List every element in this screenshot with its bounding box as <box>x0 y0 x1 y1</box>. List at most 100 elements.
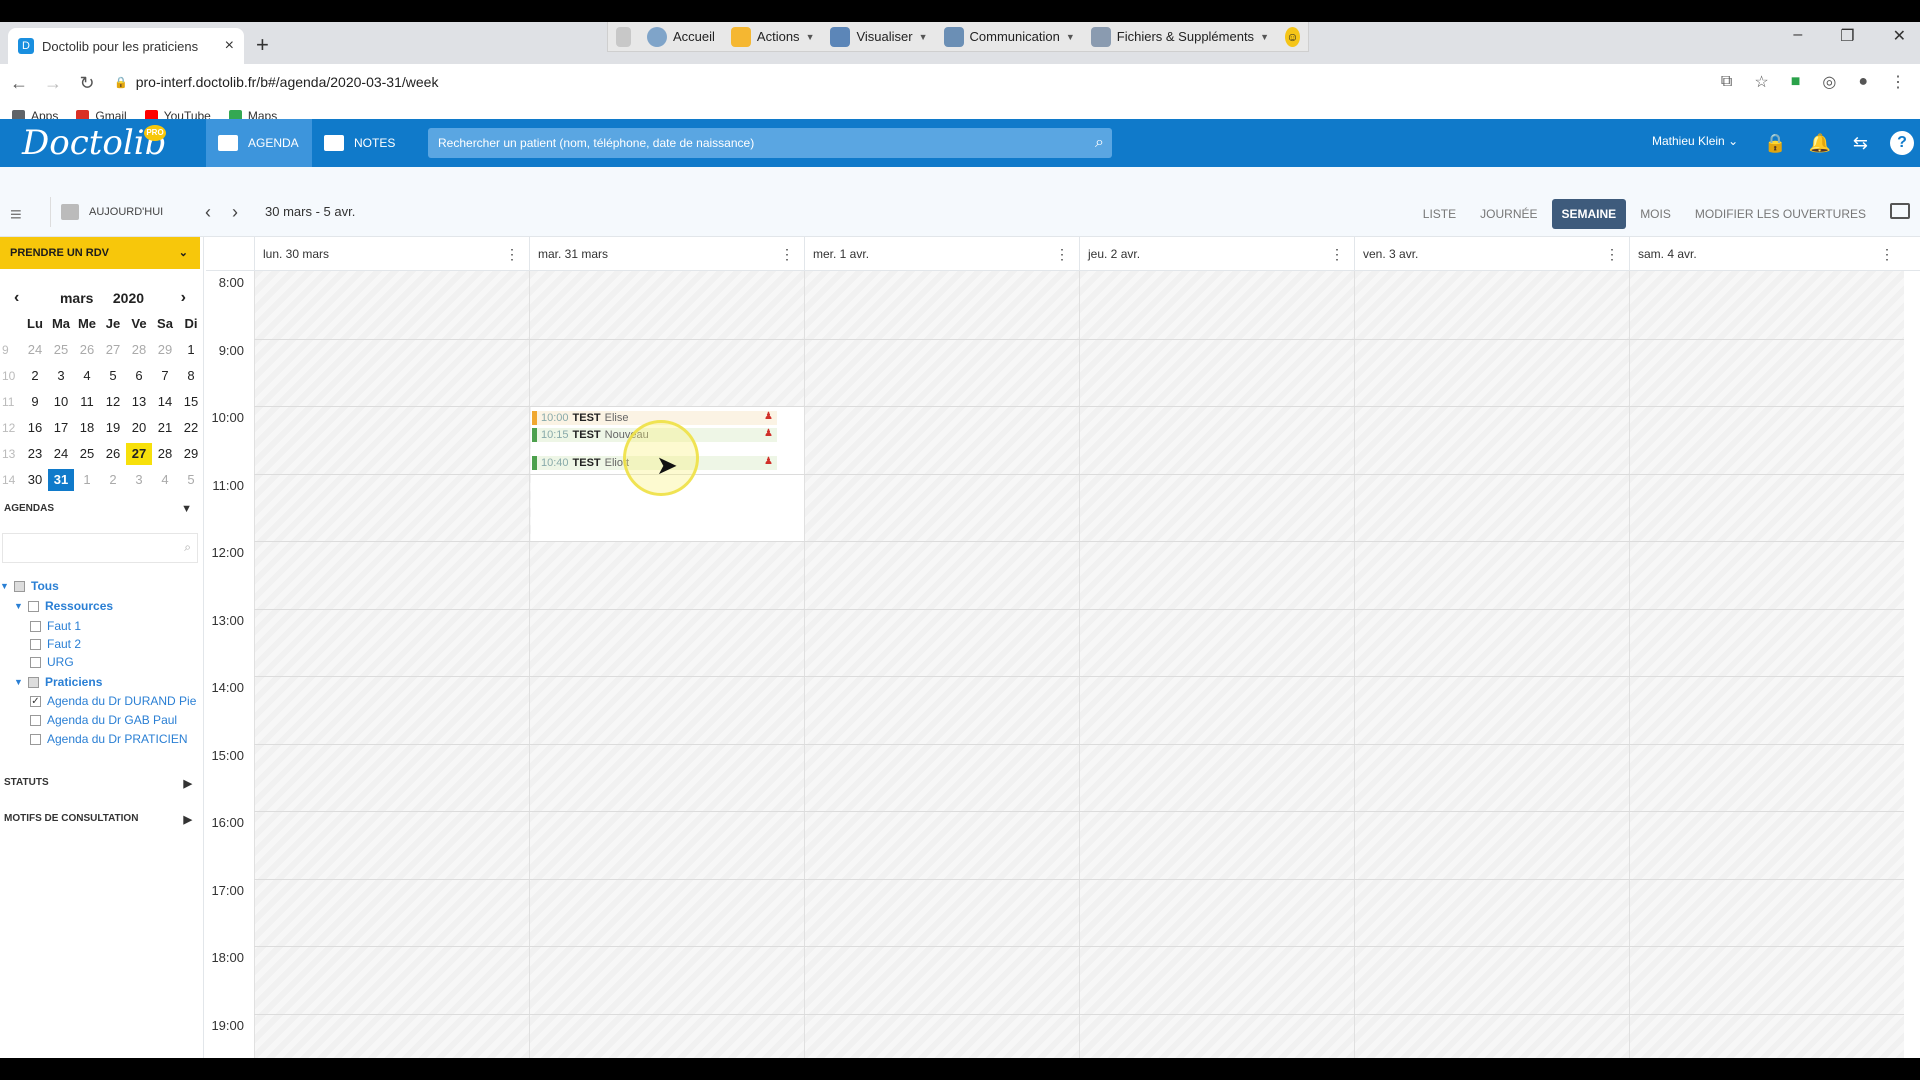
extension-icon[interactable]: ■ <box>1791 73 1801 91</box>
mini-calendar-day[interactable]: 25 <box>48 339 74 361</box>
mini-calendar-day[interactable]: 15 <box>178 391 204 413</box>
agendas-section[interactable]: AGENDAS ▼ <box>4 503 200 515</box>
tree-resource-item[interactable]: Faut 1 <box>30 619 81 633</box>
day-header[interactable]: jeu. 2 avr. ⋮ <box>1079 237 1354 271</box>
mini-calendar-day[interactable]: 29 <box>178 443 204 465</box>
mini-calendar-day[interactable]: 12 <box>100 391 126 413</box>
ext-visualiser[interactable]: Visualiser ▼ <box>830 26 928 47</box>
tree-resource-item[interactable]: URG <box>30 655 74 669</box>
mini-calendar-day[interactable]: 14 <box>152 391 178 413</box>
mini-calendar-day[interactable]: 26 <box>100 443 126 465</box>
tab-notes[interactable]: NOTES <box>312 119 422 167</box>
tree-practitioner-item[interactable]: Agenda du Dr GAB Paul <box>30 713 177 727</box>
browser-menu-icon[interactable]: ⋮ <box>1890 72 1906 92</box>
tree-all[interactable]: ▼ Tous <box>0 579 59 593</box>
screen-icon[interactable] <box>1890 203 1910 219</box>
mini-calendar-day[interactable]: 2 <box>22 365 48 387</box>
mini-calendar-day[interactable]: 2 <box>100 469 126 491</box>
day-menu-icon[interactable]: ⋮ <box>505 237 519 271</box>
prev-month-icon[interactable]: ‹ <box>14 285 19 311</box>
statuts-section[interactable]: STATUTS ▶ <box>4 777 200 790</box>
mini-calendar-day[interactable]: 7 <box>152 365 178 387</box>
tools-icon[interactable] <box>616 26 631 47</box>
mini-calendar-day[interactable]: 17 <box>48 417 74 439</box>
hamburger-menu-icon[interactable]: ≡ <box>10 204 22 227</box>
mini-calendar-day[interactable]: 29 <box>152 339 178 361</box>
tree-resources[interactable]: ▼ Ressources <box>14 599 113 613</box>
transfer-icon[interactable]: ⇆ <box>1853 133 1868 154</box>
checkbox[interactable] <box>28 676 39 688</box>
mini-calendar-day[interactable]: 18 <box>74 417 100 439</box>
mini-calendar-day[interactable]: 6 <box>126 365 152 387</box>
mini-calendar-day[interactable]: 24 <box>48 443 74 465</box>
mini-calendar-day[interactable]: 19 <box>100 417 126 439</box>
help-icon[interactable]: ? <box>1890 131 1914 155</box>
mini-calendar-day[interactable]: 4 <box>152 469 178 491</box>
day-header[interactable]: ven. 3 avr. ⋮ <box>1354 237 1629 271</box>
prev-week-button[interactable]: ‹ <box>205 202 211 223</box>
ext-actions[interactable]: Actions ▼ <box>730 26 814 47</box>
mini-calendar-day[interactable]: 28 <box>152 443 178 465</box>
back-icon[interactable]: ← <box>4 73 34 94</box>
search-icon[interactable]: ⌕ <box>1095 128 1104 158</box>
browser-tab[interactable]: D Doctolib pour les praticiens × <box>8 28 244 64</box>
mini-calendar-day[interactable]: 9 <box>22 391 48 413</box>
mini-calendar-day[interactable]: 5 <box>100 365 126 387</box>
tree-practitioners[interactable]: ▼ Praticiens <box>14 675 102 689</box>
view-mois[interactable]: MOIS <box>1630 199 1681 229</box>
view-liste[interactable]: LISTE <box>1413 199 1466 229</box>
mini-calendar-day[interactable]: 1 <box>178 339 204 361</box>
extension-circle-icon[interactable]: ◎ <box>1822 72 1836 92</box>
day-column[interactable] <box>529 271 805 1058</box>
day-column[interactable] <box>804 271 1079 1058</box>
day-menu-icon[interactable]: ⋮ <box>1330 237 1344 271</box>
day-header[interactable]: lun. 30 mars ⋮ <box>254 237 529 271</box>
modify-openings-button[interactable]: MODIFIER LES OUVERTURES <box>1685 199 1876 229</box>
day-column[interactable] <box>1354 271 1629 1058</box>
translate-icon[interactable]: ⧉ <box>1721 73 1732 91</box>
next-month-icon[interactable]: › <box>181 285 186 311</box>
day-header[interactable]: mar. 31 mars ⋮ <box>529 237 804 271</box>
bookmark-star-icon[interactable]: ☆ <box>1754 72 1768 92</box>
view-semaine[interactable]: SEMAINE <box>1551 199 1627 229</box>
mini-calendar-day[interactable]: 4 <box>74 365 100 387</box>
mini-calendar-day[interactable]: 27 <box>126 443 152 465</box>
tree-resource-item[interactable]: Faut 2 <box>30 637 81 651</box>
close-window-icon[interactable]: ✕ <box>1893 26 1906 46</box>
day-header[interactable]: sam. 4 avr. ⋮ <box>1629 237 1904 271</box>
tree-toggle-icon[interactable]: ▼ <box>14 601 23 611</box>
mini-calendar-day[interactable]: 30 <box>22 469 48 491</box>
ext-accueil[interactable]: Accueil <box>647 26 715 47</box>
checkbox[interactable] <box>30 620 41 632</box>
restore-icon[interactable]: ❐ <box>1840 26 1854 46</box>
mini-calendar-day[interactable]: 31 <box>48 469 74 491</box>
next-week-button[interactable]: › <box>232 202 238 223</box>
day-column[interactable] <box>254 271 529 1058</box>
mini-calendar-day[interactable]: 24 <box>22 339 48 361</box>
mini-calendar-day[interactable]: 16 <box>22 417 48 439</box>
profile-icon[interactable]: ● <box>1858 73 1868 91</box>
ext-communication[interactable]: Communication ▼ <box>943 26 1075 47</box>
checkbox[interactable] <box>30 656 41 668</box>
mini-calendar-day[interactable]: 23 <box>22 443 48 465</box>
checkbox[interactable] <box>30 733 41 745</box>
mini-calendar-day[interactable]: 27 <box>100 339 126 361</box>
smiley-icon[interactable]: ☺ <box>1284 26 1300 47</box>
tree-practitioner-item[interactable]: Agenda du Dr PRATICIEN <box>30 732 188 746</box>
tree-toggle-icon[interactable]: ▼ <box>0 581 9 591</box>
mini-calendar-day[interactable]: 3 <box>126 469 152 491</box>
checkbox[interactable] <box>28 600 39 612</box>
close-tab-icon[interactable]: × <box>225 37 234 55</box>
mini-calendar-day[interactable]: 28 <box>126 339 152 361</box>
motifs-section[interactable]: MOTIFS DE CONSULTATION ▶ <box>4 813 200 826</box>
minimize-icon[interactable]: – <box>1793 26 1802 46</box>
checkbox[interactable] <box>14 580 25 592</box>
checkbox[interactable] <box>30 714 41 726</box>
day-column[interactable] <box>1079 271 1354 1058</box>
mini-calendar-day[interactable]: 13 <box>126 391 152 413</box>
new-appointment-button[interactable]: PRENDRE UN RDV ⌄ <box>0 237 200 269</box>
agenda-search-input[interactable]: ⌕ <box>2 533 198 563</box>
ext-fichiers[interactable]: Fichiers & Suppléments ▼ <box>1090 26 1269 47</box>
url-field[interactable]: 🔒 pro-interf.doctolib.fr/b#/agenda/2020-… <box>114 74 438 90</box>
tab-agenda[interactable]: AGENDA <box>206 119 312 167</box>
